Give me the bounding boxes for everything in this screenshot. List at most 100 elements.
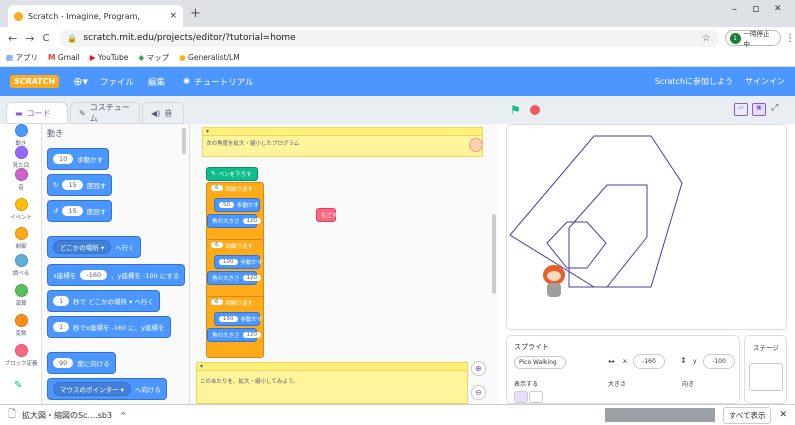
bookmark-youtube[interactable]: ▶ YouTube bbox=[90, 53, 129, 62]
x-field[interactable]: -160 bbox=[633, 354, 665, 369]
move-block-2[interactable]: 100 歩動かす bbox=[214, 255, 263, 269]
palette-block-glide[interactable]: 1 秒で どこかの場所 ▾ へ行く bbox=[47, 290, 160, 312]
palette-block-turn-left[interactable]: ↺ 15 度回す bbox=[47, 200, 113, 222]
scratch-logo[interactable]: SCRATCH bbox=[10, 75, 60, 88]
zoom-in-button[interactable]: ⊕ bbox=[471, 361, 486, 376]
close-window-button[interactable]: ✕ bbox=[774, 4, 782, 14]
large-stage-icon[interactable]: ▣ bbox=[752, 103, 766, 116]
zoom-out-button[interactable]: ⊖ bbox=[471, 385, 486, 400]
small-stage-icon[interactable]: ▭ bbox=[734, 103, 748, 116]
block-input[interactable]: 90 bbox=[53, 358, 74, 368]
minimize-button[interactable]: – bbox=[732, 4, 737, 15]
download-close-icon[interactable]: ✕ bbox=[779, 410, 787, 420]
palette-block-goto[interactable]: どこかの場所 ▾ へ行く bbox=[47, 236, 141, 258]
show-visible-toggle[interactable] bbox=[514, 391, 528, 403]
edit-menu[interactable]: 編集 bbox=[148, 76, 165, 88]
category-control[interactable]: 制御 bbox=[0, 227, 42, 250]
pen-extension-icon[interactable]: ✎ bbox=[14, 380, 22, 391]
block-input[interactable]: 6 bbox=[211, 185, 223, 191]
palette-scrollbar[interactable] bbox=[182, 128, 186, 154]
move-block-1[interactable]: 50 歩動かす bbox=[214, 198, 260, 212]
category-variables[interactable]: 変数 bbox=[0, 314, 42, 337]
bookmark-gmail[interactable]: M Gmail bbox=[48, 53, 80, 62]
show-hidden-toggle[interactable] bbox=[529, 391, 543, 403]
palette-block-turn-right[interactable]: ↻ 15 度回す bbox=[47, 174, 113, 196]
tab-code[interactable]: ▬ コード bbox=[6, 102, 68, 124]
language-globe-icon[interactable]: ⊕▾ bbox=[73, 75, 88, 88]
show-all-button[interactable]: すべて表示 bbox=[722, 406, 772, 424]
tutorial-menu[interactable]: チュートリアル bbox=[194, 76, 253, 88]
browser-tab[interactable]: Scratch - Imagine, Program, × bbox=[8, 5, 183, 27]
browser-menu-icon[interactable]: ⋮ bbox=[785, 33, 795, 44]
block-input[interactable]: -160 bbox=[80, 270, 108, 280]
comment-note-top[interactable]: ▾ 次の角度を拡大・縮小したプログラム bbox=[202, 127, 483, 157]
signin-link[interactable]: サインイン bbox=[745, 76, 785, 87]
category-looks[interactable]: 見た目 bbox=[0, 146, 42, 169]
palette-block-point-towards[interactable]: マウスのポインター ▾ へ向ける bbox=[47, 378, 167, 400]
block-input[interactable]: 120 bbox=[242, 275, 262, 281]
turn-block-3[interactable]: 角の大きさ 120 bbox=[207, 328, 262, 342]
bookmark-star-icon[interactable]: ☆ bbox=[702, 33, 711, 44]
script-area[interactable]: ▾ 次の角度を拡大・縮小したプログラム ✎ ペンを下ろす 6 回繰り返す 50 歩動か… bbox=[190, 124, 498, 404]
forward-icon[interactable]: → bbox=[25, 32, 34, 45]
join-scratch-link[interactable]: Scratchに参加しよう bbox=[655, 76, 733, 87]
new-tab-button[interactable]: + bbox=[190, 6, 201, 21]
pen-down-block[interactable]: ✎ ペンを下ろす bbox=[206, 167, 258, 181]
bookmark-generalist[interactable]: ● Generalist/LM bbox=[179, 53, 240, 62]
reload-icon[interactable]: C bbox=[42, 33, 49, 44]
repeat-block-3[interactable]: 6 回繰り返す bbox=[206, 296, 264, 358]
block-input[interactable]: 120 bbox=[242, 332, 262, 338]
profile-pause-chip[interactable]: 1 一時停止中 bbox=[724, 30, 781, 48]
file-menu[interactable]: ファイル bbox=[100, 76, 134, 88]
block-input[interactable]: 15 bbox=[62, 206, 83, 216]
category-sound[interactable]: 音 bbox=[0, 168, 42, 191]
green-flag-icon[interactable]: ⚑ bbox=[510, 103, 521, 117]
block-dropdown[interactable]: マウスのポインター ▾ bbox=[53, 382, 131, 396]
palette-block-glide-xy[interactable]: 1 秒でx座標を -160 に、y座標を bbox=[47, 316, 171, 338]
tab-costumes[interactable]: ✎ コスチューム bbox=[70, 102, 140, 124]
block-input[interactable]: 150 bbox=[219, 316, 238, 322]
url-field[interactable]: 🔒 scratch.mit.edu/projects/editor/?tutor… bbox=[59, 29, 719, 47]
block-input[interactable]: 100 bbox=[219, 259, 238, 265]
block-input[interactable]: 120 bbox=[242, 218, 262, 224]
category-sensing[interactable]: 調べる bbox=[0, 254, 42, 277]
sprite-name-field[interactable]: Pico Walking bbox=[514, 356, 566, 369]
block-dropdown[interactable]: どこかの場所 ▾ bbox=[53, 240, 112, 254]
tab-close-icon[interactable]: × bbox=[169, 11, 177, 21]
floating-block[interactable]: もどす bbox=[316, 208, 337, 222]
pico-sprite[interactable] bbox=[539, 265, 567, 301]
turn-block-1[interactable]: 角の大きさ 120 bbox=[207, 214, 262, 228]
maximize-button[interactable]: ▫ bbox=[752, 2, 759, 15]
stage-selector[interactable]: ステージ bbox=[744, 335, 787, 404]
block-input[interactable]: 1 bbox=[53, 322, 70, 332]
download-filename[interactable]: 拡大図・縮図のSc....sb3 bbox=[22, 410, 112, 421]
category-my-blocks[interactable]: ブロック定義 bbox=[0, 344, 42, 367]
block-input[interactable]: 10 bbox=[53, 154, 74, 164]
category-motion[interactable]: 動き bbox=[0, 124, 42, 147]
turn-block-2[interactable]: 角の大きさ 120 bbox=[207, 271, 262, 285]
bookmark-maps[interactable]: ◆ マップ bbox=[138, 52, 169, 63]
block-input[interactable]: 6 bbox=[211, 242, 223, 248]
stage-thumbnail[interactable] bbox=[749, 363, 783, 391]
category-operators[interactable]: 演算 bbox=[0, 284, 42, 307]
script-scrollbar[interactable] bbox=[492, 214, 496, 294]
chevron-up-icon[interactable]: ^ bbox=[120, 411, 127, 420]
repeat-block-1[interactable]: 6 回繰り返す bbox=[206, 182, 264, 244]
palette-block-point-direction[interactable]: 90 度に向ける bbox=[47, 352, 116, 374]
block-input[interactable]: 6 bbox=[211, 299, 223, 305]
stop-icon[interactable] bbox=[530, 105, 540, 115]
block-input[interactable]: 1 bbox=[53, 296, 70, 306]
comment-note-bottom[interactable]: ▾ このあたりを、拡大・縮小してみよう。 bbox=[196, 362, 468, 404]
move-block-3[interactable]: 150 歩動かす bbox=[214, 312, 263, 326]
palette-block-move[interactable]: 10 歩動かす bbox=[47, 148, 110, 170]
repeat-block-2[interactable]: 6 回繰り返す bbox=[206, 239, 264, 301]
block-input[interactable]: 15 bbox=[62, 180, 83, 190]
category-events[interactable]: イベント bbox=[0, 198, 42, 221]
palette-block-setxy[interactable]: x座標を -160 、y座標を -100 にする bbox=[47, 264, 186, 286]
back-icon[interactable]: ← bbox=[8, 32, 17, 45]
tab-sounds[interactable]: ◀) 音 bbox=[142, 102, 184, 124]
y-field[interactable]: -100 bbox=[703, 354, 735, 369]
block-input[interactable]: 50 bbox=[219, 202, 234, 208]
bookmark-apps[interactable]: ▦ アプリ bbox=[6, 52, 38, 63]
stage-canvas[interactable] bbox=[506, 124, 787, 330]
